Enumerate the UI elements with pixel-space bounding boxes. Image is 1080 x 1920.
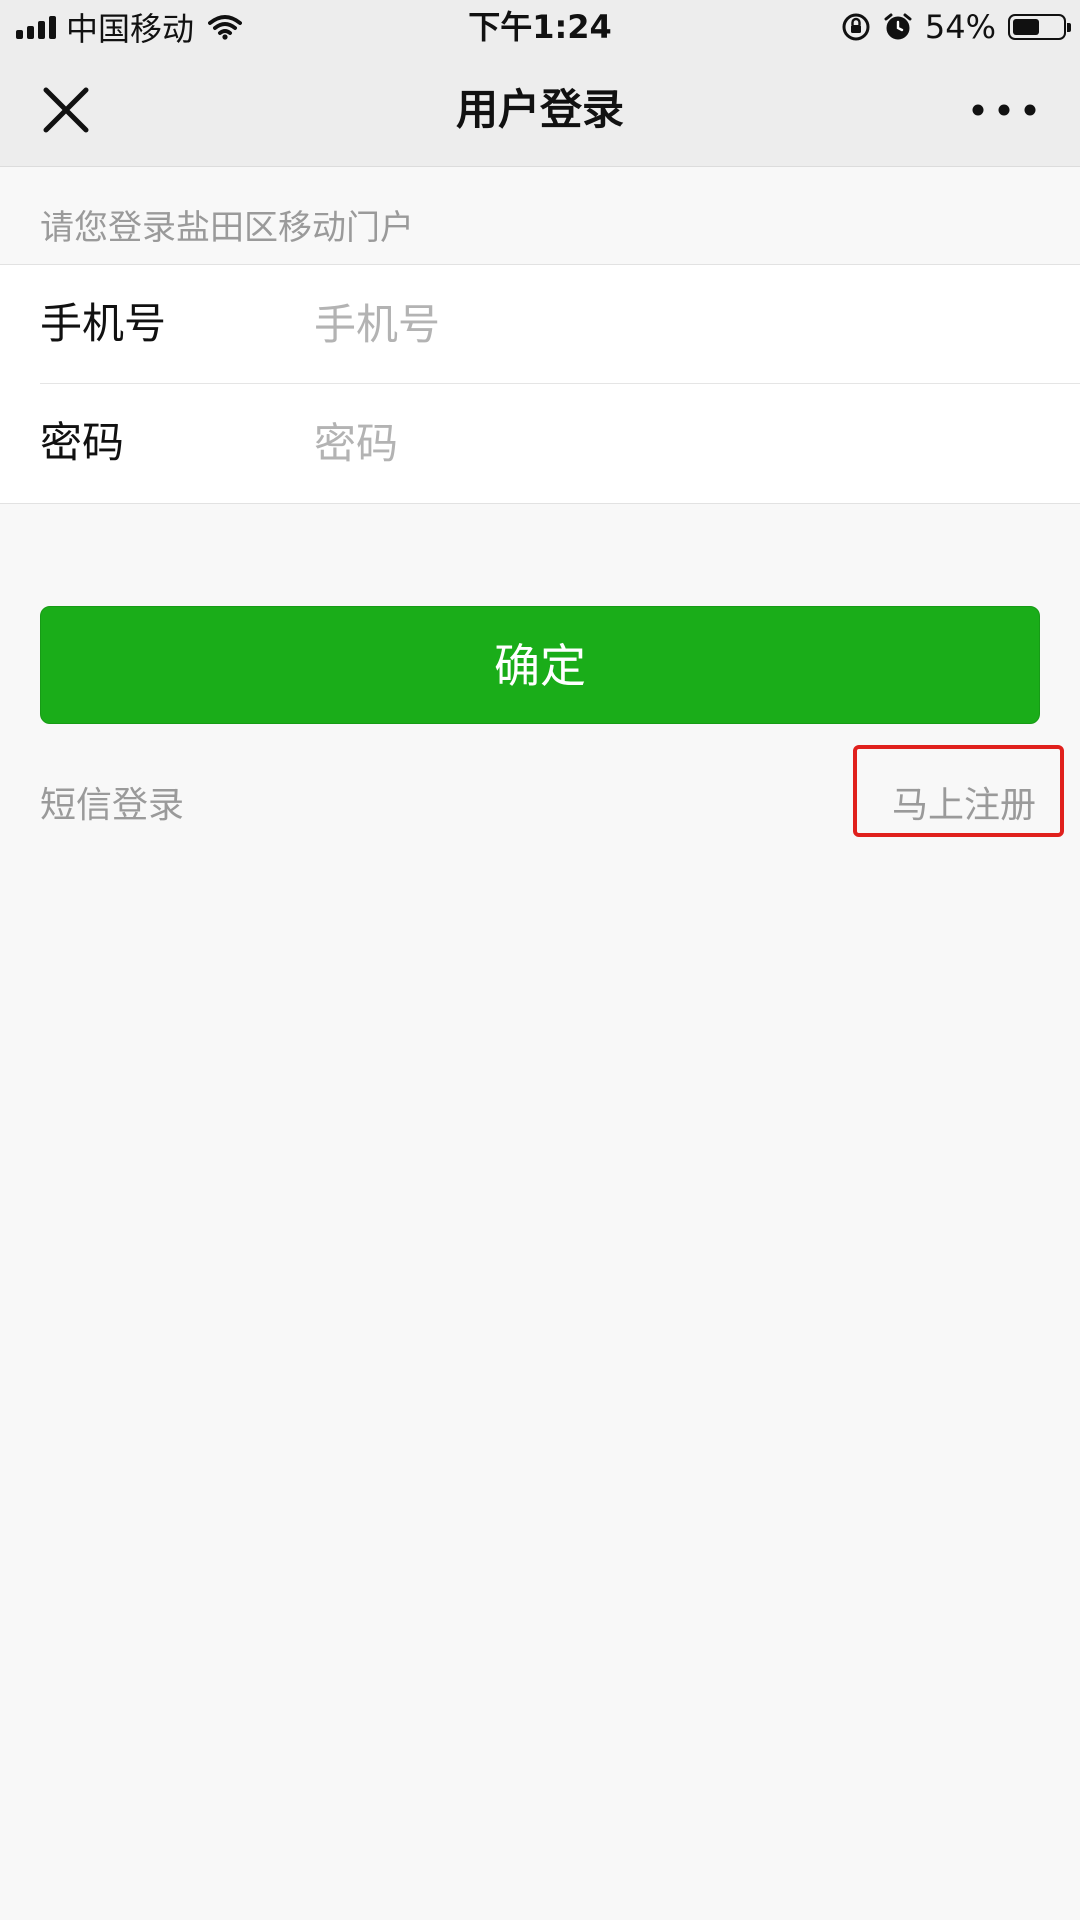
alarm-icon: [883, 12, 913, 42]
phone-label: 手机号: [40, 299, 167, 348]
status-right: 54%: [841, 6, 1071, 48]
rotation-lock-icon: [841, 12, 871, 42]
battery-nub: [1067, 23, 1071, 32]
battery-fill: [1013, 19, 1039, 35]
more-icon[interactable]: [968, 98, 1040, 122]
login-screen: 中国移动 下午1:24 54% 用户登录 请您登录盐田区移动门户 手机号 手机号…: [0, 0, 1080, 1920]
confirm-button[interactable]: 确定: [40, 606, 1040, 724]
status-bar: 中国移动 下午1:24 54%: [0, 0, 1080, 54]
battery-icon: [1008, 14, 1071, 40]
phone-input[interactable]: [314, 285, 1034, 363]
password-input[interactable]: [314, 404, 1034, 482]
sms-login-link[interactable]: 短信登录: [40, 776, 184, 828]
password-row: 密码: [0, 384, 1080, 502]
password-label: 密码: [40, 418, 125, 467]
login-form: 手机号 密码: [0, 264, 1080, 504]
login-hint: 请您登录盐田区移动门户: [40, 208, 414, 248]
register-link[interactable]: 马上注册: [892, 776, 1036, 828]
nav-bar: 用户登录: [0, 54, 1080, 167]
page-title: 用户登录: [455, 85, 624, 134]
battery-percent: 54%: [924, 8, 996, 46]
phone-row: 手机号: [0, 265, 1080, 384]
